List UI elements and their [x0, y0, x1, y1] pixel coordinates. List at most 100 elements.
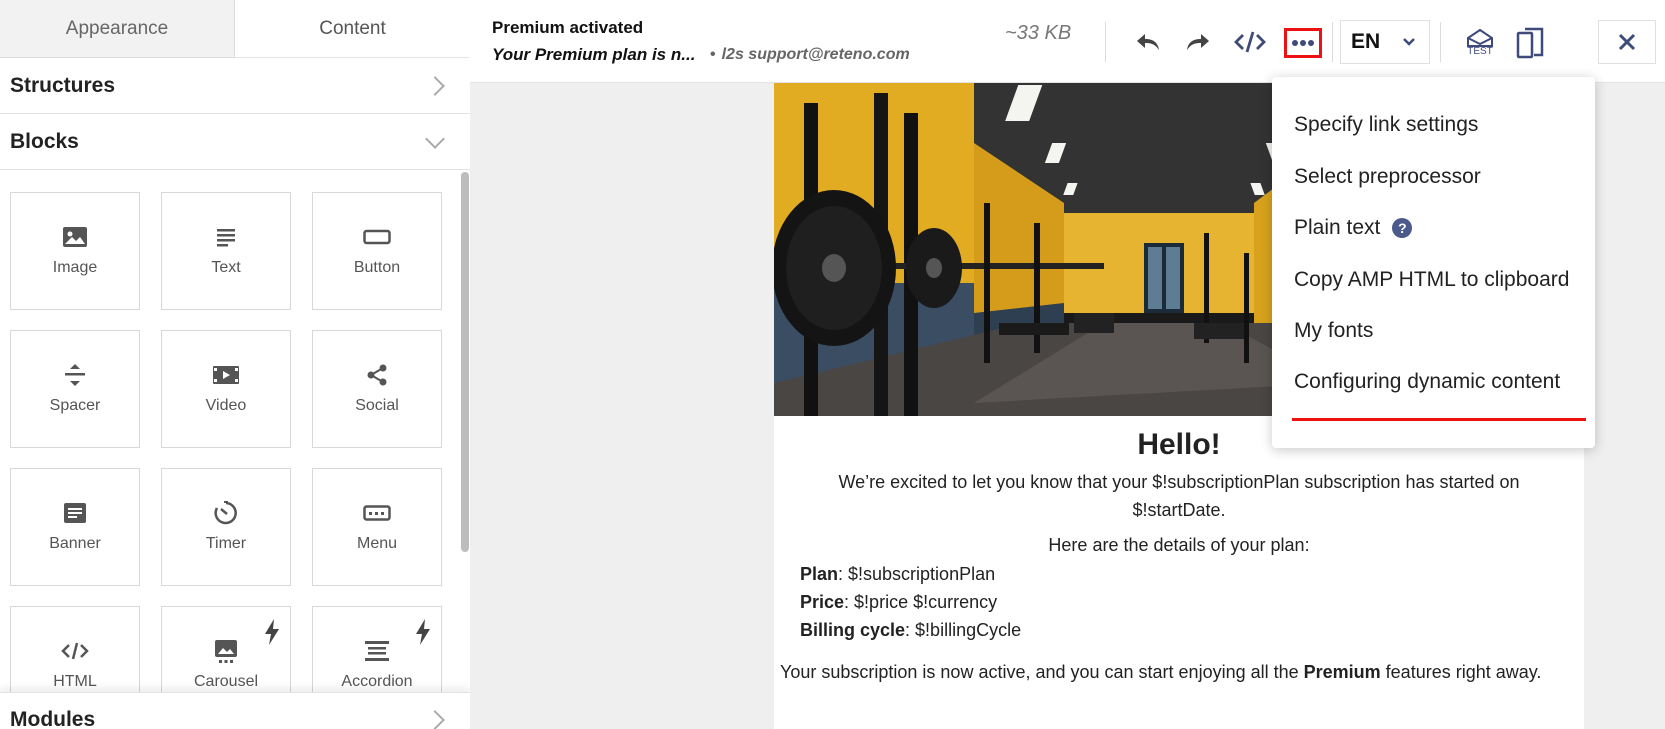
plain-text-label: Plain text: [1294, 216, 1381, 239]
structures-label: Structures: [10, 73, 116, 97]
block-banner[interactable]: Banner: [10, 468, 140, 586]
active-paragraph[interactable]: Your subscription is now active, and you…: [774, 658, 1584, 686]
menu-item-link-settings[interactable]: Specify link settings: [1294, 113, 1478, 137]
block-label: Spacer: [49, 397, 101, 414]
sidebar-tabs: Appearance Content: [0, 0, 470, 58]
details-title[interactable]: Here are the details of your plan:: [774, 532, 1584, 558]
language-select[interactable]: EN: [1340, 20, 1430, 64]
undo-icon: [1137, 34, 1159, 50]
modules-label: Modules: [10, 708, 96, 729]
help-icon[interactable]: ?: [1392, 218, 1413, 239]
block-label: Video: [205, 397, 247, 414]
block-label: HTML: [53, 673, 97, 690]
code-view-button[interactable]: [1230, 22, 1270, 62]
plan-details[interactable]: Plan: $!subscriptionPlan Price: $!price …: [774, 560, 1584, 644]
image-icon: [62, 223, 88, 251]
chevron-down-icon: [425, 128, 445, 149]
timer-icon: [213, 499, 239, 527]
send-test-button[interactable]: TEST: [1460, 22, 1500, 62]
redo-button[interactable]: [1180, 22, 1216, 62]
email-preheader[interactable]: Your Premium plan is n...: [492, 45, 695, 65]
block-menu[interactable]: Menu: [312, 468, 442, 586]
plan-line: Plan: $!subscriptionPlan: [800, 560, 1584, 588]
device-preview-button[interactable]: [1512, 22, 1548, 62]
plan-label: Plan: [800, 564, 839, 584]
chevron-right-icon: [425, 75, 445, 96]
lightning-icon: [264, 619, 280, 650]
menu-item-copy-amp-html[interactable]: Copy AMP HTML to clipboard: [1294, 268, 1569, 292]
block-timer[interactable]: Timer: [161, 468, 291, 586]
intro-paragraph[interactable]: We’re excited to let you know that your …: [774, 468, 1584, 524]
menu-icon: [363, 499, 391, 527]
block-spacer[interactable]: Spacer: [10, 330, 140, 448]
banner-icon: [63, 499, 87, 527]
block-image[interactable]: Image: [10, 192, 140, 310]
menu-item-preprocessor[interactable]: Select preprocessor: [1294, 165, 1481, 189]
block-label: Social: [355, 397, 399, 414]
block-text[interactable]: Text: [161, 192, 291, 310]
close-button[interactable]: [1598, 20, 1656, 64]
menu-item-my-fonts[interactable]: My fonts: [1294, 319, 1373, 343]
video-icon: [212, 361, 240, 389]
devices-icon: [1516, 27, 1544, 59]
menu-item-dynamic-content[interactable]: Configuring dynamic content: [1294, 370, 1560, 394]
plan-value: : $!subscriptionPlan: [838, 564, 996, 584]
envelope-icon: [1467, 28, 1493, 47]
more-options-button[interactable]: [1284, 28, 1322, 58]
premium-bold: Premium: [1303, 662, 1381, 682]
active-text-end: features right away.: [1380, 662, 1542, 682]
text-icon: [216, 223, 236, 251]
email-size: ~33 KB: [1005, 22, 1072, 44]
sidebar-scrollbar[interactable]: [461, 172, 469, 552]
structures-section[interactable]: Structures: [0, 58, 470, 114]
blocks-label: Blocks: [10, 129, 79, 153]
block-video[interactable]: Video: [161, 330, 291, 448]
undo-button[interactable]: [1130, 22, 1166, 62]
block-label: Button: [353, 259, 401, 276]
button-icon: [363, 223, 391, 251]
price-label: Price: [800, 592, 845, 612]
blocks-section[interactable]: Blocks: [0, 114, 470, 170]
code-icon: [61, 637, 89, 665]
code-icon: [1234, 31, 1266, 53]
modules-section[interactable]: Modules: [0, 692, 470, 729]
tab-appearance[interactable]: Appearance: [0, 0, 235, 58]
email-subject[interactable]: Premium activated: [492, 18, 643, 38]
sidebar: Appearance Content Structures Blocks Ima…: [0, 0, 471, 729]
billing-line: Billing cycle: $!billingCycle: [800, 616, 1584, 644]
more-options-menu: Specify link settings Select preprocesso…: [1272, 77, 1595, 448]
bullet: •: [710, 46, 716, 63]
test-label: TEST: [1467, 45, 1493, 57]
billing-value: : $!billingCycle: [905, 620, 1022, 640]
block-label: Timer: [205, 535, 247, 552]
menu-item-plain-text[interactable]: Plain text?: [1294, 216, 1413, 240]
active-text-start: Your subscription is now active, and you…: [780, 662, 1304, 682]
lightning-icon: [415, 619, 431, 650]
highlight-underline: [1292, 418, 1586, 421]
redo-icon: [1187, 34, 1209, 50]
close-icon: [1618, 33, 1636, 51]
more-dots-icon: [1292, 40, 1314, 46]
tab-content[interactable]: Content: [235, 0, 470, 58]
toolbar-divider: [1440, 22, 1441, 62]
email-sender[interactable]: • l2s support@reteno.com: [710, 46, 910, 64]
toolbar-divider: [1332, 22, 1333, 62]
block-label: Menu: [356, 535, 398, 552]
price-value: : $!price $!currency: [844, 592, 998, 612]
spacer-icon: [64, 361, 86, 389]
price-line: Price: $!price $!currency: [800, 588, 1584, 616]
share-icon: [365, 361, 389, 389]
language-value: EN: [1351, 30, 1381, 53]
block-button[interactable]: Button: [312, 192, 442, 310]
block-social[interactable]: Social: [312, 330, 442, 448]
block-label: Text: [211, 259, 241, 276]
sender-address: l2s support@reteno.com: [721, 46, 910, 63]
block-label: Carousel: [193, 673, 259, 690]
blocks-grid: Image Text Button Spacer Video Social Ba…: [10, 192, 452, 724]
carousel-icon: [214, 637, 238, 665]
chevron-right-icon: [425, 710, 445, 729]
email-body: Hello! We’re excited to let you know tha…: [774, 416, 1584, 686]
billing-label: Billing cycle: [800, 620, 906, 640]
toolbar-divider: [1105, 22, 1106, 62]
block-label: Accordion: [341, 673, 413, 690]
